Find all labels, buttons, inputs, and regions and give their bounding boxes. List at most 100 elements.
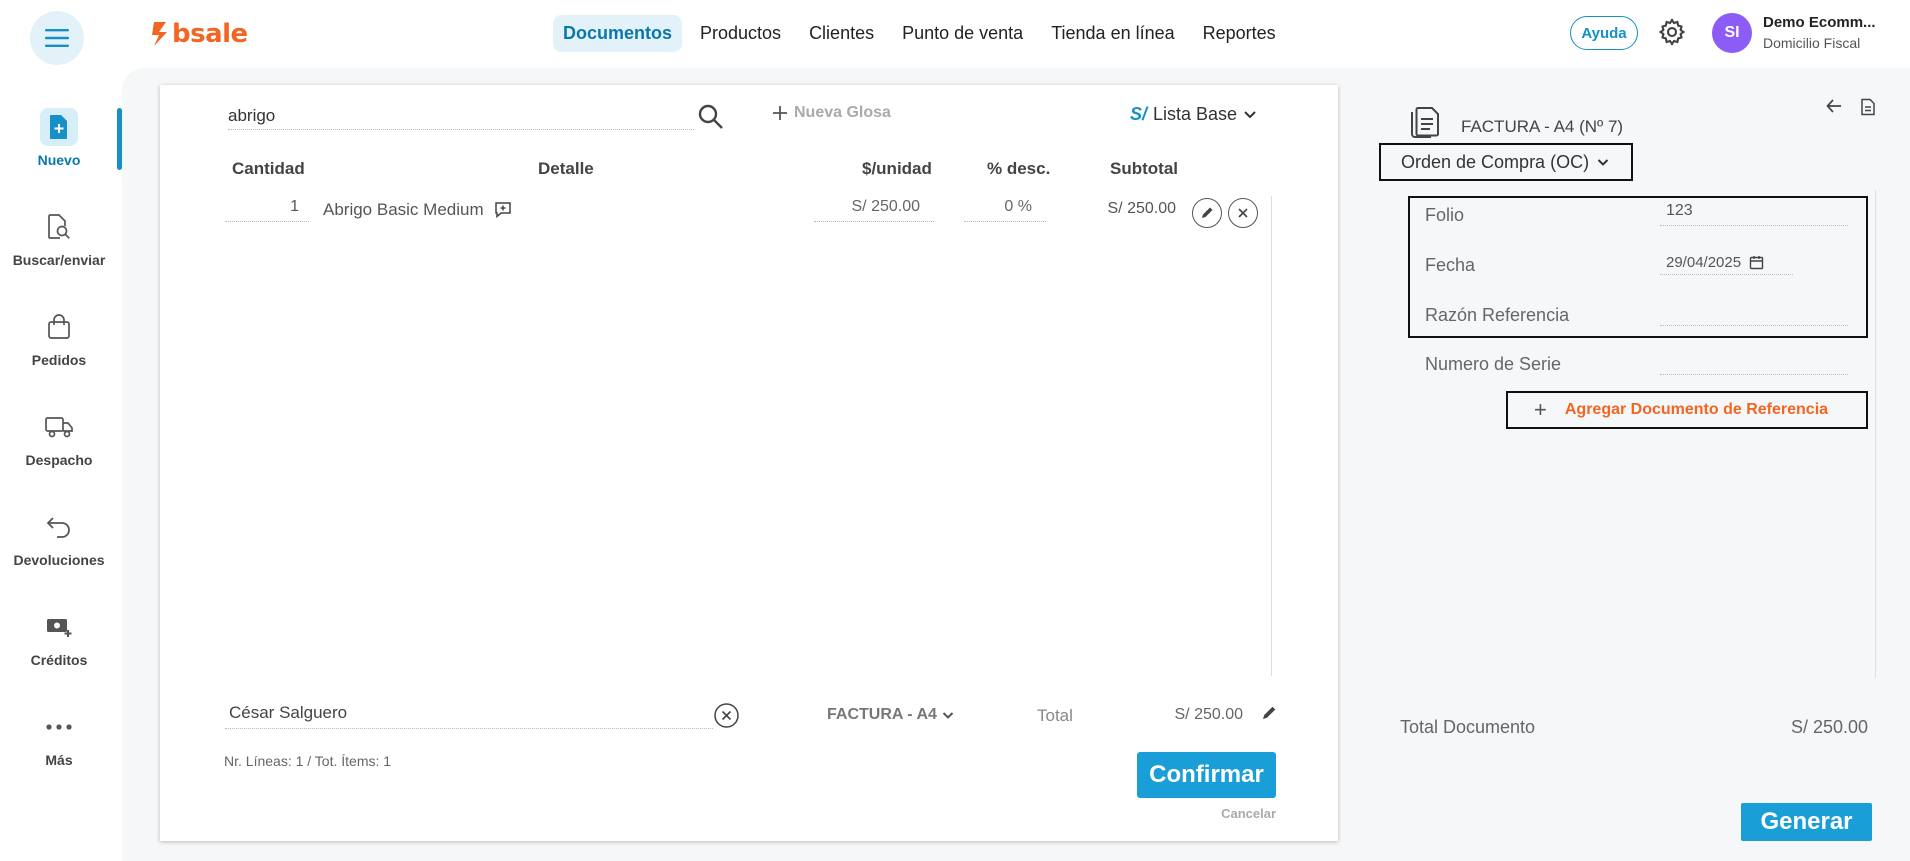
sidebar-label-devoluciones: Devoluciones bbox=[13, 552, 105, 568]
pencil-icon bbox=[1263, 706, 1276, 719]
bolt-logo-icon bbox=[152, 22, 167, 46]
hamburger-icon bbox=[45, 29, 69, 47]
folio-label: Folio bbox=[1425, 205, 1465, 225]
product-search-input[interactable]: abrigo bbox=[228, 102, 694, 130]
chevron-down-icon bbox=[1597, 158, 1609, 166]
help-button[interactable]: Ayuda bbox=[1570, 16, 1638, 50]
notes-button[interactable] bbox=[1860, 98, 1876, 116]
folio-input[interactable]: 123 bbox=[1660, 200, 1848, 226]
chevron-down-icon bbox=[1244, 110, 1256, 118]
document-type-label: FACTURA - A4 bbox=[827, 706, 937, 723]
back-button[interactable] bbox=[1826, 99, 1842, 113]
logo-text: bsale bbox=[172, 19, 248, 49]
document-type-selector[interactable]: FACTURA - A4 bbox=[827, 706, 954, 724]
sidebar-label-pedidos: Pedidos bbox=[31, 352, 87, 368]
generate-button[interactable]: Generar bbox=[1741, 803, 1872, 841]
nueva-glosa-label: Nueva Glosa bbox=[794, 104, 891, 121]
sidebar-item-devoluciones[interactable]: Devoluciones bbox=[0, 508, 118, 568]
line-unit-price-input[interactable]: S/ 250.00 bbox=[814, 198, 934, 222]
new-document-icon bbox=[50, 115, 67, 139]
sidebar-item-buscar[interactable]: Buscar/enviar bbox=[0, 208, 118, 268]
price-list-selector[interactable]: S/ Lista Base bbox=[1130, 104, 1257, 125]
edit-total-button[interactable] bbox=[1261, 705, 1277, 721]
clear-client-button[interactable] bbox=[713, 702, 740, 729]
total-document-value: S/ 250.00 bbox=[1790, 717, 1868, 737]
nav-productos[interactable]: Productos bbox=[690, 15, 791, 52]
more-dots-icon bbox=[46, 724, 72, 730]
remove-line-button[interactable] bbox=[1228, 198, 1258, 228]
search-icon bbox=[698, 104, 723, 129]
gear-icon bbox=[1658, 18, 1686, 46]
add-comment-icon[interactable] bbox=[494, 201, 512, 219]
sidebar-label-despacho: Despacho bbox=[25, 452, 93, 468]
search-document-icon bbox=[48, 214, 70, 239]
line-detail-text: Abrigo Basic Medium bbox=[323, 200, 484, 219]
line-detail: Abrigo Basic Medium bbox=[323, 200, 512, 220]
sidebar-item-nuevo[interactable]: Nuevo bbox=[0, 108, 118, 168]
nav-punto-de-venta[interactable]: Punto de venta bbox=[892, 15, 1033, 52]
col-descuento: % desc. bbox=[987, 159, 1051, 178]
chevron-down-icon bbox=[942, 711, 954, 719]
sidebar-label-mas: Más bbox=[45, 752, 73, 768]
pencil-icon bbox=[1202, 207, 1213, 218]
nav-tienda-en-linea[interactable]: Tienda en línea bbox=[1041, 15, 1184, 52]
money-add-icon bbox=[47, 619, 72, 637]
add-reference-button[interactable]: + Agregar Documento de Referencia bbox=[1506, 391, 1868, 429]
nueva-glosa-button[interactable]: Nueva Glosa bbox=[772, 104, 891, 122]
cancel-link[interactable]: Cancelar bbox=[1200, 806, 1276, 821]
sidebar-label-buscar: Buscar/enviar bbox=[12, 252, 106, 268]
avatar[interactable]: SI bbox=[1712, 13, 1752, 53]
col-subtotal: Subtotal bbox=[1110, 159, 1178, 178]
right-panel-divider bbox=[1875, 190, 1876, 678]
serie-label: Numero de Serie bbox=[1425, 354, 1562, 374]
document-copy-icon bbox=[1411, 107, 1439, 138]
document-icon-wrap bbox=[1408, 102, 1440, 138]
return-arrow-icon bbox=[46, 517, 70, 538]
serie-input[interactable] bbox=[1660, 349, 1848, 375]
client-input[interactable]: César Salguero bbox=[225, 703, 713, 729]
price-list-label: Lista Base bbox=[1153, 104, 1238, 124]
total-label: Total bbox=[1037, 706, 1073, 725]
edit-line-button[interactable] bbox=[1192, 198, 1222, 228]
total-document-label: Total Documento bbox=[1400, 717, 1536, 737]
plus-icon: + bbox=[1534, 397, 1547, 422]
account-name[interactable]: Demo Ecomm... bbox=[1763, 14, 1876, 31]
settings-button[interactable] bbox=[1657, 17, 1687, 47]
truck-icon bbox=[45, 417, 73, 438]
document-title: FACTURA - A4 (Nº 7) bbox=[1461, 117, 1624, 136]
add-reference-label: Agregar Documento de Referencia bbox=[1564, 401, 1829, 418]
nav-reportes[interactable]: Reportes bbox=[1193, 15, 1286, 52]
fecha-value: 29/04/2025 bbox=[1666, 254, 1742, 271]
sidebar-item-despacho[interactable]: Despacho bbox=[0, 408, 118, 468]
menu-button[interactable] bbox=[30, 11, 84, 65]
line-qty-input[interactable]: 1 bbox=[225, 198, 309, 222]
nav-clientes[interactable]: Clientes bbox=[799, 15, 884, 52]
close-icon bbox=[1238, 208, 1248, 218]
sidebar-item-mas[interactable]: Más bbox=[0, 708, 118, 768]
close-circle-icon bbox=[714, 703, 739, 728]
nav-documentos[interactable]: Documentos bbox=[553, 14, 683, 52]
sidebar-item-creditos[interactable]: Créditos bbox=[0, 608, 118, 668]
sidebar-item-pedidos[interactable]: Pedidos bbox=[0, 308, 118, 368]
search-button[interactable] bbox=[697, 103, 725, 131]
account-subtitle: Domicilio Fiscal bbox=[1763, 35, 1861, 51]
line-discount-input[interactable]: 0 % bbox=[964, 198, 1046, 222]
reference-type-label: Orden de Compra (OC) bbox=[1401, 151, 1590, 172]
scroll-divider bbox=[1271, 196, 1272, 676]
line-subtotal: S/ 250.00 bbox=[1107, 200, 1177, 217]
confirm-button[interactable]: Confirmar bbox=[1137, 752, 1276, 798]
arrow-left-icon bbox=[1826, 99, 1841, 113]
plus-icon bbox=[773, 106, 787, 120]
reference-type-selector[interactable]: Orden de Compra (OC) bbox=[1379, 143, 1633, 181]
calendar-icon[interactable] bbox=[1749, 255, 1764, 270]
razon-input[interactable] bbox=[1660, 300, 1848, 326]
total-value: S/ 250.00 bbox=[1174, 706, 1244, 723]
bsale-logo[interactable]: bsale bbox=[150, 16, 248, 52]
main-nav: Documentos Productos Clientes Punto de v… bbox=[553, 14, 1286, 52]
fecha-input[interactable]: 29/04/2025 bbox=[1660, 249, 1793, 275]
col-detalle: Detalle bbox=[538, 159, 594, 178]
col-cantidad: Cantidad bbox=[232, 159, 305, 178]
note-edit-icon bbox=[1861, 98, 1875, 116]
sidebar-label-nuevo: Nuevo bbox=[37, 152, 81, 168]
razon-label: Razón Referencia bbox=[1425, 305, 1570, 325]
